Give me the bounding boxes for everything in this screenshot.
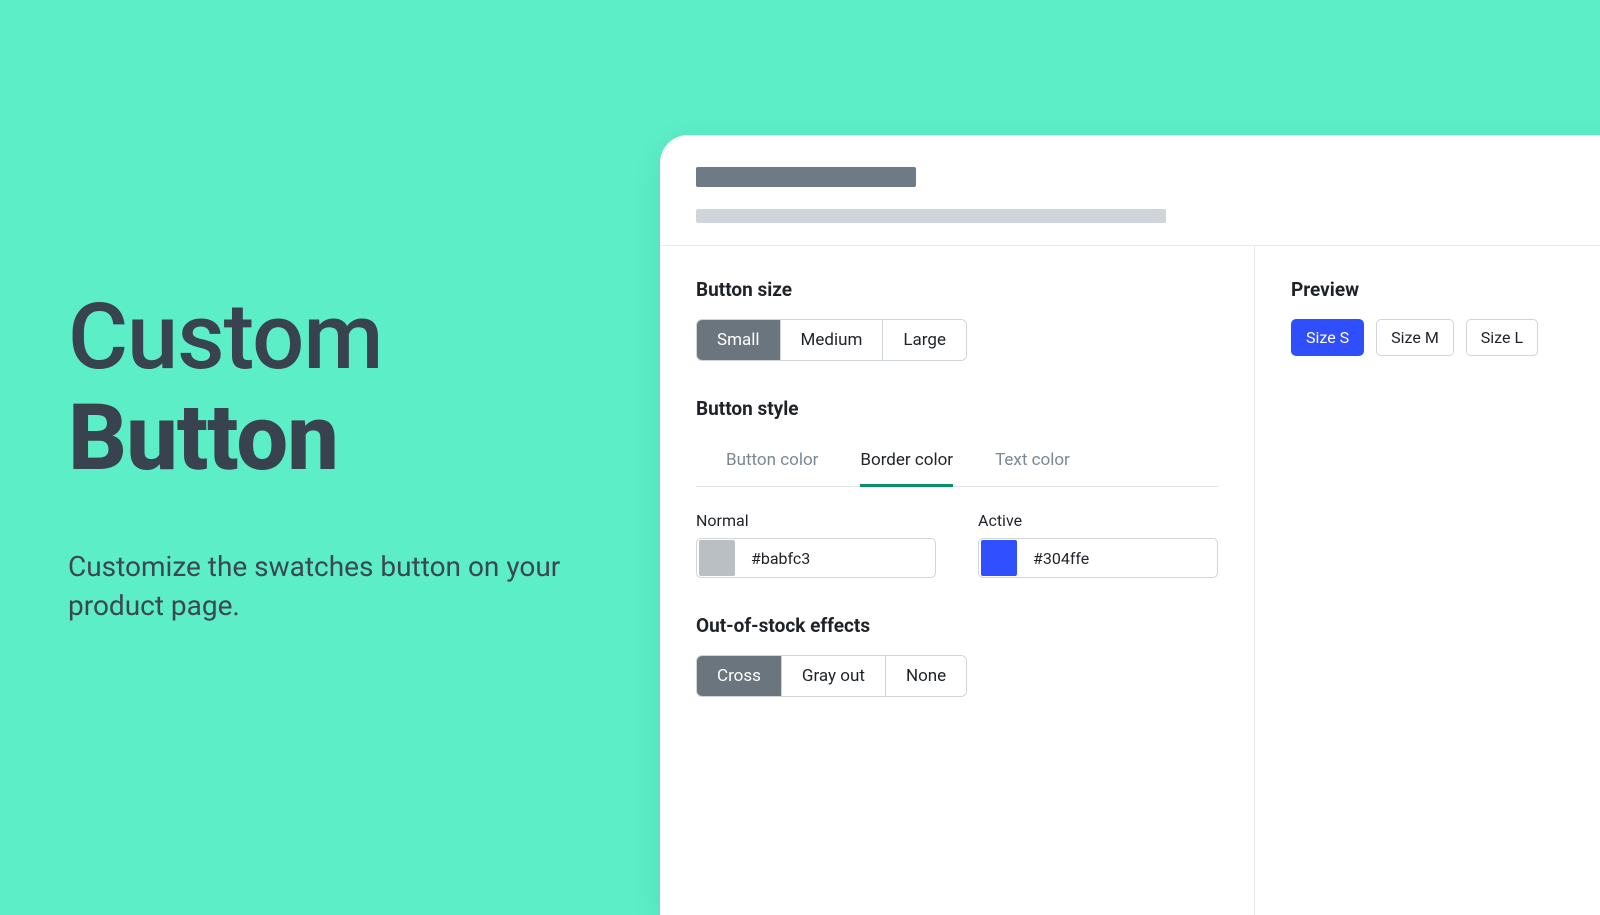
active-color-label: Active: [978, 511, 1218, 530]
preview-size-l[interactable]: Size L: [1466, 319, 1538, 356]
active-color-field: Active #304ffe: [978, 511, 1218, 578]
hero-title-line2: Button: [68, 391, 588, 488]
out-of-stock-label: Out-of-stock effects: [696, 614, 1218, 637]
settings-pane: Button size Small Medium Large Button st…: [660, 246, 1255, 915]
placeholder-subtitle: [696, 209, 1166, 223]
button-style-label: Button style: [696, 397, 1218, 420]
hero: Custom Button Customize the swatches but…: [68, 290, 588, 626]
active-color-value: #304ffe: [1019, 549, 1089, 568]
preview-row: Size S Size M Size L: [1291, 319, 1584, 356]
oos-cross[interactable]: Cross: [697, 656, 782, 696]
card-header: [660, 135, 1600, 246]
settings-card: Button size Small Medium Large Button st…: [660, 135, 1600, 915]
out-of-stock-segment: Cross Gray out None: [696, 655, 967, 697]
preview-size-s[interactable]: Size S: [1291, 319, 1364, 356]
normal-color-swatch[interactable]: [699, 540, 735, 576]
oos-grayout[interactable]: Gray out: [782, 656, 886, 696]
oos-none[interactable]: None: [886, 656, 966, 696]
button-size-medium[interactable]: Medium: [781, 320, 884, 360]
button-size-label: Button size: [696, 278, 1218, 301]
style-tabs: Button color Border color Text color: [696, 438, 1218, 487]
placeholder-title: [696, 167, 916, 187]
button-size-small[interactable]: Small: [697, 320, 781, 360]
preview-label: Preview: [1291, 278, 1584, 301]
active-color-input[interactable]: #304ffe: [978, 538, 1218, 578]
normal-color-label: Normal: [696, 511, 936, 530]
tab-text-color[interactable]: Text color: [995, 438, 1070, 487]
normal-color-input[interactable]: #babfc3: [696, 538, 936, 578]
preview-pane: Preview Size S Size M Size L: [1255, 246, 1600, 915]
tab-button-color[interactable]: Button color: [726, 438, 818, 487]
hero-title-line1: Custom: [68, 290, 588, 387]
normal-color-value: #babfc3: [737, 549, 810, 568]
normal-color-field: Normal #babfc3: [696, 511, 936, 578]
tab-border-color[interactable]: Border color: [860, 438, 953, 487]
preview-size-m[interactable]: Size M: [1376, 319, 1454, 356]
active-color-swatch[interactable]: [981, 540, 1017, 576]
button-size-large[interactable]: Large: [883, 320, 966, 360]
hero-subtitle: Customize the swatches button on your pr…: [68, 547, 588, 625]
button-size-segment: Small Medium Large: [696, 319, 967, 361]
